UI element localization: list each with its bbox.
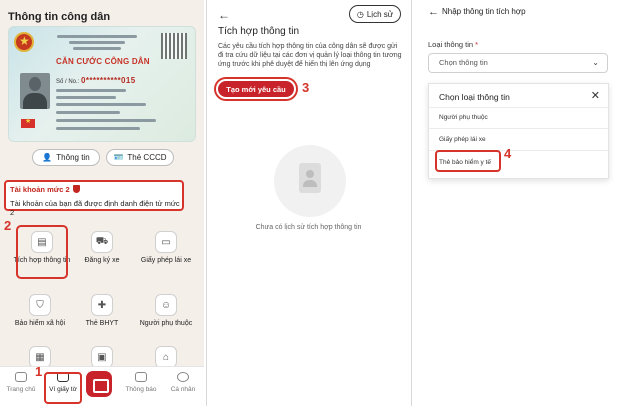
highlight-box-step-1 (44, 372, 82, 404)
divider (429, 128, 610, 129)
close-icon[interactable]: ✕ (591, 89, 600, 102)
bottom-navigation: Trang chủ Ví giấy tờ Thông báo Cá nhân (0, 366, 204, 406)
home-icon (15, 372, 27, 382)
clock-icon: ◷ (356, 9, 364, 19)
citizen-info-screen: Thông tin công dân CĂN CƯỚC CÔNG DÂN Số … (0, 0, 204, 406)
car-icon: ⛟ (91, 231, 113, 253)
cccd-card-button[interactable]: 🪪 Thẻ CCCD (106, 149, 174, 166)
enter-integration-info-screen: ← Nhập thông tin tích hợp Loại thông tin… (414, 0, 617, 406)
nav-notifications[interactable]: Thông báo (122, 372, 160, 393)
card-text-line (69, 41, 125, 44)
grid-item-social-insurance[interactable]: ⛉ Bảo hiểm xã hội (10, 294, 70, 327)
license-icon: ▭ (155, 231, 177, 253)
highlight-box-step-4 (435, 150, 501, 172)
health-card-icon: ✚ (91, 294, 113, 316)
card-text-line (56, 111, 120, 114)
nav-profile-label: Cá nhân (170, 386, 196, 393)
person-icon (177, 372, 189, 382)
integrate-info-screen: ← ◷ Lịch sử Tích hợp thông tin Các yêu c… (208, 0, 409, 406)
step-label-1: 1 (35, 364, 43, 379)
nav-notifications-label: Thông báo (125, 386, 157, 393)
id-card[interactable]: CĂN CƯỚC CÔNG DÂN Số / No.: 0**********0… (8, 26, 196, 142)
id-number: Số / No.: 0**********015 (56, 76, 136, 85)
grid-item-dependents[interactable]: ☺ Người phụ thuộc (136, 294, 196, 327)
arrow-left-icon[interactable]: ← (428, 6, 439, 18)
info-type-label: Loại thông tin * (428, 40, 478, 49)
picker-title: Chọn loại thông tin (439, 92, 510, 102)
cccd-button-label: Thẻ CCCD (127, 153, 167, 162)
card-text-line (56, 89, 126, 92)
account-level-desc: Tài khoản của bạn đã được định danh điện… (10, 199, 180, 217)
nav-profile[interactable]: Cá nhân (164, 372, 202, 393)
shield-icon (72, 185, 80, 193)
grid-item-label: Bảo hiểm xã hội (14, 320, 66, 327)
card-text-line (56, 103, 146, 106)
id-number-value: 0**********015 (81, 76, 136, 85)
bell-icon (135, 372, 147, 382)
grid-item-health-card[interactable]: ✚ Thẻ BHYT (72, 294, 132, 327)
info-type-select[interactable]: Chọn thông tin ⌄ (428, 53, 608, 73)
arrow-left-icon[interactable]: ← (218, 8, 230, 22)
empty-state-text: Chưa có lịch sử tích hợp thông tin (255, 224, 362, 231)
account-level-banner: Tài khoản mức 2 Tài khoản của bạn đã đượ… (4, 180, 184, 217)
option-driving-license[interactable]: Giấy phép lái xe (439, 136, 486, 143)
page-title: Tích hợp thông tin (218, 26, 300, 37)
building-icon: ⌂ (155, 346, 177, 368)
account-level-title-text: Tài khoản mức 2 (10, 185, 70, 194)
user-icon: 👤 (42, 153, 53, 162)
dependent-icon: ☺ (155, 294, 177, 316)
divider (429, 107, 610, 108)
card-text-line (56, 119, 156, 122)
page-title: Nhập thông tin tích hợp (442, 7, 526, 16)
id-card-icon: 🪪 (113, 153, 124, 162)
new-request-button[interactable]: Tạo mới yêu cầu (216, 79, 296, 99)
nav-home-label: Trang chủ (6, 386, 36, 393)
grid-item-label: Người phụ thuộc (139, 320, 193, 327)
history-button[interactable]: ◷ Lịch sử (349, 5, 401, 23)
scan-center-button[interactable] (86, 371, 112, 397)
grid-item-vehicle-registration[interactable]: ⛟ Đăng ký xe (72, 231, 132, 264)
id-number-prefix: Số / No.: (56, 79, 80, 85)
step-label-3: 3 (302, 80, 310, 95)
chevron-down-icon: ⌄ (592, 58, 599, 67)
panel-divider (411, 0, 412, 406)
step-label-4: 4 (504, 146, 512, 161)
grid-item-driving-license[interactable]: ▭ Giấy phép lái xe (136, 231, 196, 264)
shield-icon: ⛉ (29, 294, 51, 316)
page-title: Thông tin công dân (8, 11, 111, 23)
profile-card-icon: ▣ (91, 346, 113, 368)
panel-divider (206, 0, 207, 406)
portrait-photo (20, 73, 50, 109)
page-description: Các yêu cầu tích hợp thông tin của công … (218, 43, 402, 68)
card-text-line (57, 35, 137, 38)
qr-code-icon (161, 33, 187, 59)
grid-item-label: Đăng ký xe (84, 257, 120, 264)
info-button[interactable]: 👤 Thông tin (32, 149, 100, 166)
flag-icon (21, 117, 35, 128)
card-title: CĂN CƯỚC CÔNG DÂN (56, 57, 150, 66)
info-type-label-text: Loại thông tin (428, 40, 474, 49)
national-emblem-icon (14, 32, 34, 52)
highlight-box-step-2 (16, 225, 68, 279)
grid-item-label: Thẻ BHYT (85, 320, 119, 327)
card-text-line (73, 47, 121, 50)
empty-document-icon (299, 163, 321, 193)
card-text-line (56, 127, 140, 130)
step-label-2: 2 (4, 218, 12, 233)
select-placeholder: Chọn thông tin (439, 58, 488, 67)
info-button-label: Thông tin (56, 153, 90, 162)
card-text-line (56, 96, 116, 99)
option-dependents[interactable]: Người phụ thuộc (439, 114, 488, 121)
account-level-title: Tài khoản mức 2 (10, 185, 80, 194)
history-button-label: Lịch sử (366, 9, 394, 19)
grid-item-label: Giấy phép lái xe (140, 257, 192, 264)
required-mark: * (475, 40, 479, 49)
